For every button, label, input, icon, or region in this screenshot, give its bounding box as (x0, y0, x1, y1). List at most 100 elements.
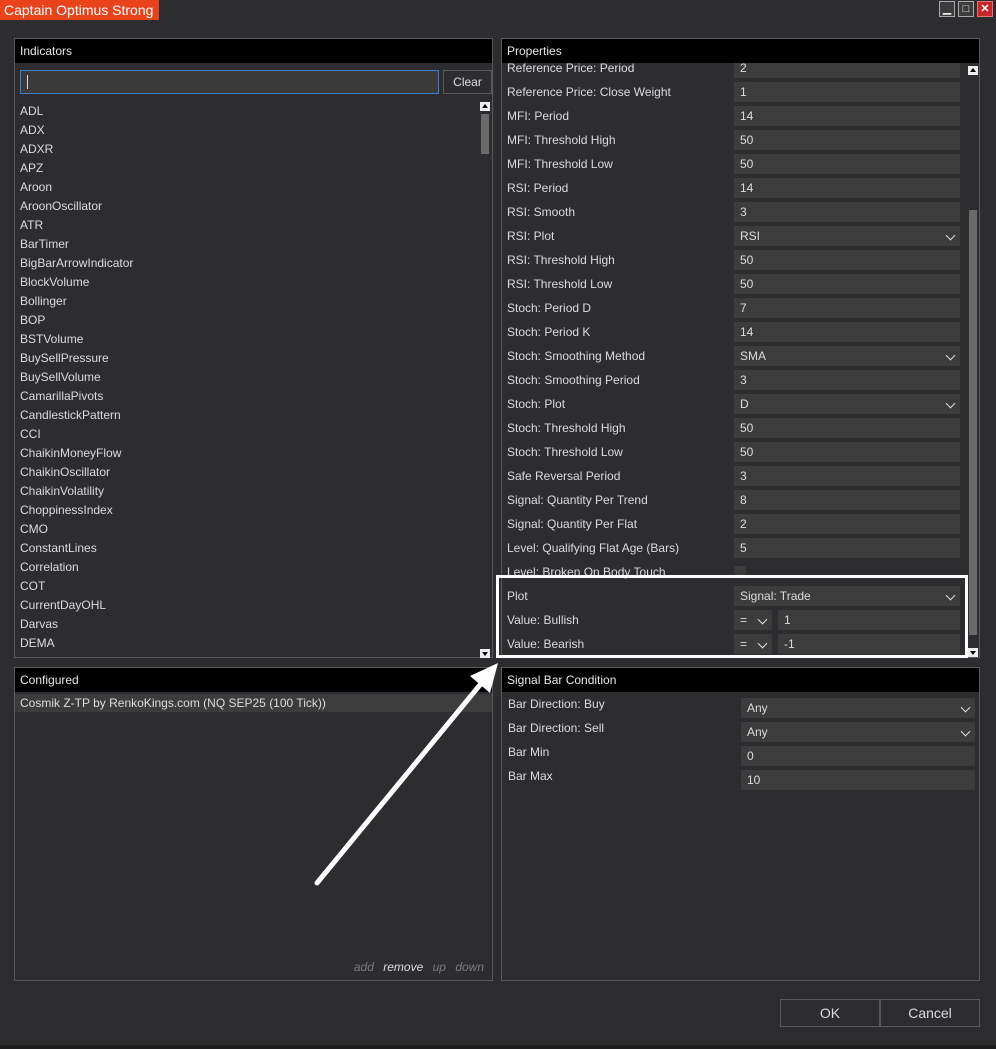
property-value-field[interactable]: 2 (734, 514, 960, 534)
property-label: Reference Price: Close Weight (507, 85, 671, 99)
property-value-field[interactable]: 3 (734, 202, 960, 222)
property-label: RSI: Period (507, 181, 569, 195)
properties-scrollbar[interactable] (968, 65, 978, 657)
property-value-field[interactable]: 14 (734, 106, 960, 126)
property-select[interactable]: SMA (734, 346, 960, 366)
property-value-field[interactable]: 7 (734, 298, 960, 318)
indicator-list-item[interactable]: ADL (20, 102, 475, 121)
indicator-list-item[interactable]: ChoppinessIndex (20, 501, 475, 520)
indicator-list-item[interactable]: ConstantLines (20, 539, 475, 558)
property-label: RSI: Plot (507, 229, 555, 243)
indicator-list-item[interactable]: Correlation (20, 558, 475, 577)
scroll-down-icon[interactable] (968, 648, 978, 657)
indicator-list-item[interactable]: ADXR (20, 140, 475, 159)
scroll-up-icon[interactable] (968, 66, 978, 75)
property-row: Stoch: Period K 14 (502, 320, 967, 344)
ok-button[interactable]: OK (780, 999, 880, 1027)
indicator-list[interactable]: ADL ADX ADXR APZ Aroon AroonOscillator ATR BarT… (20, 102, 475, 658)
signal-bar-select[interactable]: Any (741, 722, 975, 742)
indicator-search-input[interactable] (20, 70, 439, 94)
indicator-list-item[interactable]: BuySellVolume (20, 368, 475, 387)
property-row: Stoch: Threshold High 50 (502, 416, 967, 440)
indicator-list-item[interactable]: AroonOscillator (20, 197, 475, 216)
property-row: RSI: Period 14 (502, 176, 967, 200)
property-value-field[interactable]: 50 (734, 274, 960, 294)
property-value-field[interactable]: 1 (734, 82, 960, 102)
scroll-thumb[interactable] (969, 210, 977, 635)
property-select[interactable]: D (734, 394, 960, 414)
indicator-list-item[interactable]: CCI (20, 425, 475, 444)
cancel-button[interactable]: Cancel (880, 999, 980, 1027)
maximize-button[interactable]: □ (958, 1, 974, 17)
property-value-field[interactable]: 14 (734, 178, 960, 198)
property-row: MFI: Threshold Low 50 (502, 152, 967, 176)
scroll-thumb[interactable] (481, 114, 489, 154)
indicator-list-item[interactable]: BOP (20, 311, 475, 330)
signal-bar-grid: Bar Direction: Buy Any Bar Direction: Sell… (502, 694, 979, 814)
indicator-list-item[interactable]: ChaikinOscillator (20, 463, 475, 482)
down-link[interactable]: down (455, 960, 484, 974)
title-bar: Captain Optimus Strong ▁ □ ✕ (0, 0, 996, 20)
indicator-list-item[interactable]: APZ (20, 159, 475, 178)
indicator-list-item[interactable]: CandlestickPattern (20, 406, 475, 425)
indicator-list-item[interactable]: ADX (20, 121, 475, 140)
signal-bar-select[interactable]: Any (741, 698, 975, 718)
configured-panel: Configured Cosmik Z-TP by RenkoKings.com… (14, 667, 493, 981)
property-row: RSI: Threshold Low 50 (502, 272, 967, 296)
indicator-list-item[interactable]: Aroon (20, 178, 475, 197)
property-value-field[interactable]: 50 (734, 130, 960, 150)
indicator-list-item[interactable]: BSTVolume (20, 330, 475, 349)
property-label: RSI: Threshold High (507, 253, 615, 267)
scroll-up-icon[interactable] (480, 102, 490, 111)
signal-bar-row: Bar Direction: Buy Any (502, 694, 979, 718)
indicator-list-item[interactable]: BigBarArrowIndicator (20, 254, 475, 273)
property-value-field[interactable]: 3 (734, 370, 960, 390)
property-value-field[interactable]: 5 (734, 538, 960, 558)
close-button[interactable]: ✕ (977, 1, 993, 17)
signal-bar-value-field[interactable]: 10 (741, 770, 975, 790)
property-value-field[interactable]: 3 (734, 466, 960, 486)
window-title: Captain Optimus Strong (0, 0, 160, 20)
property-label: Signal: Quantity Per Trend (507, 493, 648, 507)
configured-item[interactable]: Cosmik Z-TP by RenkoKings.com (NQ SEP25 … (15, 694, 492, 712)
property-value-field[interactable]: 50 (734, 418, 960, 438)
indicator-list-item[interactable]: Darvas (20, 615, 475, 634)
property-row: RSI: Plot RSI (502, 224, 967, 248)
indicator-list-item[interactable]: BlockVolume (20, 273, 475, 292)
indicator-list-item[interactable]: COT (20, 577, 475, 596)
property-value-field[interactable]: 14 (734, 322, 960, 342)
property-row: MFI: Threshold High 50 (502, 128, 967, 152)
up-link[interactable]: up (433, 960, 446, 974)
property-row: Stoch: Smoothing Method SMA (502, 344, 967, 368)
signal-bar-row: Bar Min 0 (502, 742, 979, 766)
property-row: Stoch: Plot D (502, 392, 967, 416)
indicator-list-item[interactable]: CMO (20, 520, 475, 539)
indicator-list-scrollbar[interactable] (480, 102, 490, 658)
property-select[interactable]: RSI (734, 226, 960, 246)
property-value-field[interactable]: 50 (734, 250, 960, 270)
indicator-list-item[interactable]: ChaikinVolatility (20, 482, 475, 501)
minimize-button[interactable]: ▁ (939, 1, 955, 17)
scroll-down-icon[interactable] (480, 649, 490, 658)
indicator-list-item[interactable]: DEMA (20, 634, 475, 653)
signal-bar-label: Bar Direction: Sell (508, 721, 605, 735)
property-value-field[interactable]: 8 (734, 490, 960, 510)
property-value-field[interactable]: 50 (734, 154, 960, 174)
indicator-list-item[interactable]: BuySellPressure (20, 349, 475, 368)
remove-link[interactable]: remove (383, 960, 423, 974)
property-label: MFI: Threshold High (507, 133, 616, 147)
indicator-list-item[interactable]: BarTimer (20, 235, 475, 254)
highlight-box (496, 575, 968, 658)
property-label: Stoch: Threshold Low (507, 445, 623, 459)
indicator-list-item[interactable]: Bollinger (20, 292, 475, 311)
indicator-list-item[interactable]: ATR (20, 216, 475, 235)
property-grid: Reference Price: Period 2 Reference Price:… (502, 39, 967, 657)
indicator-list-item[interactable]: CurrentDayOHL (20, 596, 475, 615)
indicator-list-item[interactable]: ChaikinMoneyFlow (20, 444, 475, 463)
clear-button[interactable]: Clear (443, 70, 492, 94)
property-value-field[interactable]: 50 (734, 442, 960, 462)
indicator-list-item[interactable]: CamarillaPivots (20, 387, 475, 406)
signal-bar-value-field[interactable]: 0 (741, 746, 975, 766)
properties-panel: Reference Price: Period 2 Reference Price:… (501, 38, 980, 658)
add-link[interactable]: add (354, 960, 374, 974)
